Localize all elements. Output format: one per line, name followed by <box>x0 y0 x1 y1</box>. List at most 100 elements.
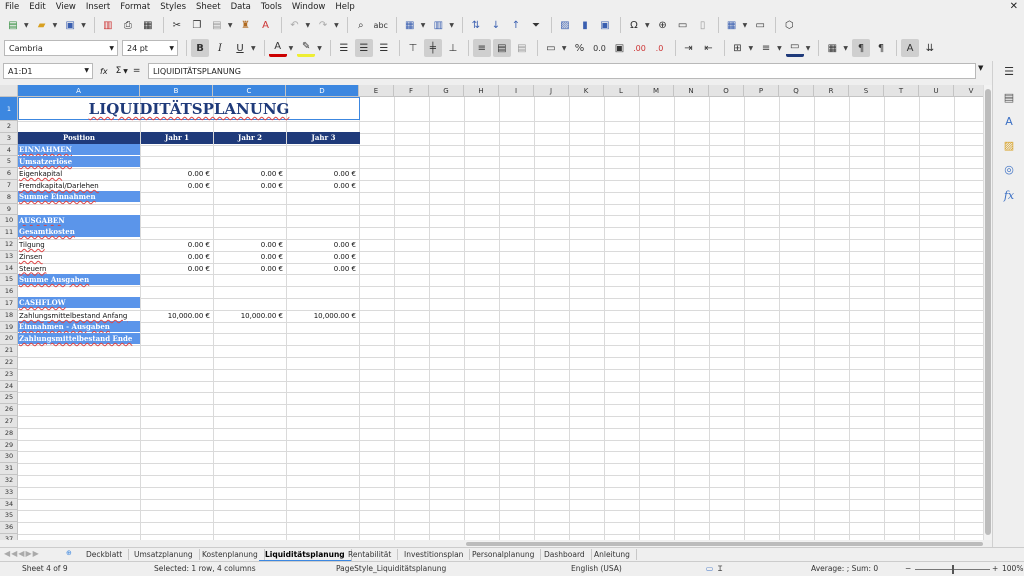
row-header-36[interactable]: 36 <box>0 522 17 534</box>
underline-dropdown[interactable]: ▼ <box>251 45 256 52</box>
wrap-text-icon[interactable]: ≡ <box>472 39 491 57</box>
zoom-in-button[interactable]: + <box>992 564 998 573</box>
tab-rentabilitat[interactable]: Rentabilität <box>342 549 399 560</box>
special-character-dropdown[interactable]: ▼ <box>645 22 650 29</box>
currency-format-icon[interactable]: ▭ <box>542 39 560 57</box>
freeze-dropdown[interactable]: ▼ <box>743 22 748 29</box>
jahr2-value-cell[interactable]: 10,000.00 € <box>213 311 284 321</box>
column-header-v[interactable]: V <box>954 85 983 96</box>
split-window-icon[interactable]: ▭ <box>751 16 769 34</box>
band-cashflow[interactable]: CASHFLOW <box>18 297 140 308</box>
jahr1-value-cell[interactable]: 0.00 € <box>140 264 211 274</box>
row-header-13[interactable]: 13 <box>0 251 17 263</box>
header-footer-icon[interactable]: ▯ <box>694 16 712 34</box>
row-header-37[interactable]: 37 <box>0 534 17 540</box>
menu-format[interactable]: Format <box>115 0 155 14</box>
column-header-s[interactable]: S <box>849 85 884 96</box>
tab-kostenplanung[interactable]: Kostenplanung <box>196 549 265 560</box>
jahr2-value-cell[interactable]: 0.00 € <box>213 240 284 250</box>
save-dropdown[interactable]: ▼ <box>81 22 86 29</box>
row-header-5[interactable]: 5 <box>0 156 17 169</box>
column-header-d[interactable]: D <box>286 85 359 96</box>
header-position-cell[interactable]: Position <box>18 132 140 144</box>
functions-icon[interactable]: fx <box>1001 189 1017 205</box>
row-header-29[interactable]: 29 <box>0 440 17 452</box>
percent-format-icon[interactable]: % <box>571 39 589 57</box>
status-page-style[interactable]: PageStyle_Liquiditätsplanung <box>336 564 446 573</box>
column-header-n[interactable]: N <box>674 85 709 96</box>
menu-file[interactable]: File <box>0 0 24 14</box>
band-summe-ausgaben[interactable]: Summe Ausgaben <box>18 274 140 285</box>
jahr3-value-cell[interactable]: 0.00 € <box>286 252 357 262</box>
border-style-dropdown[interactable]: ▼ <box>777 45 782 52</box>
ltr-icon[interactable]: ¶ <box>852 39 870 57</box>
band-ausgaben[interactable]: AUSGABEN <box>18 215 140 226</box>
close-icon[interactable]: ✕ <box>1010 0 1018 14</box>
header-jahr1-cell[interactable]: Jahr 1 <box>141 132 213 144</box>
export-pdf-icon[interactable]: ▥ <box>99 16 117 34</box>
row-header-19[interactable]: 19 <box>0 322 17 334</box>
undo-dropdown[interactable]: ▼ <box>306 22 311 29</box>
column-header-a[interactable]: A <box>18 85 140 96</box>
row-header-30[interactable]: 30 <box>0 451 17 464</box>
borders-dropdown[interactable]: ▼ <box>749 45 754 52</box>
tab-deckblatt[interactable]: Deckblatt <box>80 549 130 560</box>
undo-icon[interactable]: ↶ <box>286 16 304 34</box>
menu-help[interactable]: Help <box>330 0 359 14</box>
underline-icon[interactable]: U <box>231 39 249 57</box>
chevron-down-icon[interactable]: ▼ <box>123 68 128 75</box>
add-decimal-icon[interactable]: .00 <box>631 39 649 57</box>
jahr2-value-cell[interactable]: 0.00 € <box>213 252 284 262</box>
vertical-scrollbar[interactable] <box>983 85 992 540</box>
row-header-3[interactable]: 3 <box>0 133 17 145</box>
properties-icon[interactable]: ▤ <box>1001 91 1017 107</box>
row-header-28[interactable]: 28 <box>0 428 17 440</box>
row-icon[interactable]: ▦ <box>401 16 419 34</box>
align-left-icon[interactable]: ☰ <box>335 39 353 57</box>
row-label-cell[interactable]: Zahlungsmittelbestand Anfang <box>18 311 140 321</box>
row-label-cell[interactable]: Eigenkapital <box>18 169 140 179</box>
row-header-35[interactable]: 35 <box>0 510 17 523</box>
sort-icon[interactable]: ⇅ <box>467 16 485 34</box>
print-icon[interactable]: ⎙ <box>119 16 137 34</box>
zoom-slider-knob[interactable] <box>952 565 954 574</box>
column-header-i[interactable]: I <box>499 85 534 96</box>
sort-ascending-icon[interactable]: ↓ <box>487 16 505 34</box>
autofilter-icon[interactable]: ⏷ <box>527 16 545 34</box>
align-right-icon[interactable]: ☰ <box>375 39 393 57</box>
column-header-k[interactable]: K <box>569 85 604 96</box>
tab-umsatzplanung[interactable]: Umsatzplanung <box>128 549 200 560</box>
jahr2-value-cell[interactable]: 0.00 € <box>213 264 284 274</box>
zoom-out-button[interactable]: − <box>905 564 911 573</box>
row-header-6[interactable]: 6 <box>0 168 17 180</box>
row-header-24[interactable]: 24 <box>0 381 17 393</box>
font-color-dropdown[interactable]: ▼ <box>289 45 294 52</box>
row-header-8[interactable]: 8 <box>0 192 17 204</box>
band-gesamtkosten[interactable]: Gesamtkosten <box>18 226 140 237</box>
row-label-cell[interactable]: Fremdkapital/Darlehen <box>18 181 140 191</box>
vertical-scroll-thumb[interactable] <box>985 89 991 535</box>
increase-indent-icon[interactable]: ⇥ <box>680 39 698 57</box>
conditional-format-icon[interactable]: ▦ <box>823 39 841 57</box>
jahr3-value-cell[interactable]: 0.00 € <box>286 181 357 191</box>
align-bottom-icon[interactable]: ⊥ <box>444 39 462 57</box>
redo-icon[interactable]: ↷ <box>314 16 332 34</box>
highlight-dropdown[interactable]: ▼ <box>317 45 322 52</box>
row-header-23[interactable]: 23 <box>0 369 17 381</box>
row-label-cell[interactable]: Steuern <box>18 264 140 274</box>
status-language[interactable]: English (USA) <box>571 564 622 573</box>
column-header-t[interactable]: T <box>884 85 919 96</box>
print-preview-icon[interactable]: ▦ <box>139 16 157 34</box>
row-header-20[interactable]: 20 <box>0 333 17 346</box>
select-all-corner[interactable] <box>0 85 18 97</box>
row-header-34[interactable]: 34 <box>0 499 17 511</box>
row-header-26[interactable]: 26 <box>0 404 17 416</box>
hyperlink-icon[interactable]: ⊕ <box>654 16 672 34</box>
hamburger-menu-icon[interactable]: ☰ <box>1001 65 1017 81</box>
band-bestand-ende[interactable]: Zahlungsmittelbestand Ende <box>18 333 140 344</box>
conditional-dropdown[interactable]: ▼ <box>843 45 848 52</box>
row-header-17[interactable]: 17 <box>0 298 17 310</box>
row-dropdown[interactable]: ▼ <box>421 22 426 29</box>
merge-center-icon[interactable]: ▤ <box>492 39 511 57</box>
zoom-level[interactable]: 100% <box>1002 564 1023 573</box>
